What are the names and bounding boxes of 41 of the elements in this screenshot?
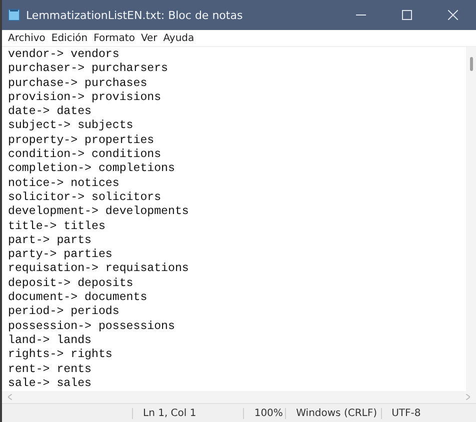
text-line: requisation-> requisations	[8, 262, 190, 277]
scroll-left-icon[interactable]	[8, 394, 12, 400]
text-line: land-> lands	[8, 334, 92, 348]
text-line: title-> titles	[8, 220, 106, 234]
notepad-icon	[8, 9, 20, 21]
text-line: provision-> provisions	[8, 90, 162, 106]
status-text: UTF-8	[380, 408, 476, 418]
text-line: party-> parties	[8, 248, 114, 262]
text-line: development-> developments	[8, 205, 190, 220]
menu-item[interactable]: Formato	[94, 32, 135, 44]
text-line: deposit-> deposits	[8, 276, 134, 292]
text-line: purchaser-> purcharsers	[8, 62, 170, 77]
text-line: part-> parts	[8, 234, 92, 248]
text-line: purchase-> purchases	[8, 76, 148, 91]
text-line: completion-> completions	[8, 162, 176, 177]
maximize-icon	[402, 10, 412, 20]
window-title: LemmatizationListEN.txt: Bloc de notas	[26, 8, 244, 22]
menu-item[interactable]: Ver	[140, 32, 158, 44]
text-line: possession-> possessions	[8, 320, 176, 334]
status-text: 100%	[243, 408, 286, 418]
text-line: notice-> notices	[8, 176, 120, 191]
text-line: rights-> rights	[8, 348, 114, 363]
text-line: condition-> conditions	[8, 148, 162, 162]
text-line: document-> documents	[8, 291, 148, 306]
text-line: date-> dates	[8, 105, 92, 120]
status-text: Ln 1, Col 1	[132, 408, 244, 418]
horizontal-scrollbar[interactable]	[2, 391, 476, 403]
status-text: Windows (CRLF)	[285, 408, 381, 418]
text-line: property-> properties	[8, 134, 156, 148]
text-line: subject-> subjects	[8, 119, 134, 134]
text-line: sale-> sales	[8, 376, 92, 391]
text-line: vendor-> vendors	[8, 48, 120, 62]
vertical-scrollbar[interactable]	[466, 47, 476, 391]
text-line: rent-> rents	[8, 362, 92, 377]
close-icon	[448, 10, 458, 20]
scroll-right-icon[interactable]	[466, 394, 470, 400]
menu-item[interactable]: Edición	[51, 32, 88, 44]
text-line: period-> periods	[8, 305, 120, 320]
text-line: solicitor-> solicitors	[8, 190, 162, 206]
menu-item[interactable]: Archivo	[8, 32, 46, 44]
menu-item[interactable]: Ayuda	[163, 32, 194, 44]
